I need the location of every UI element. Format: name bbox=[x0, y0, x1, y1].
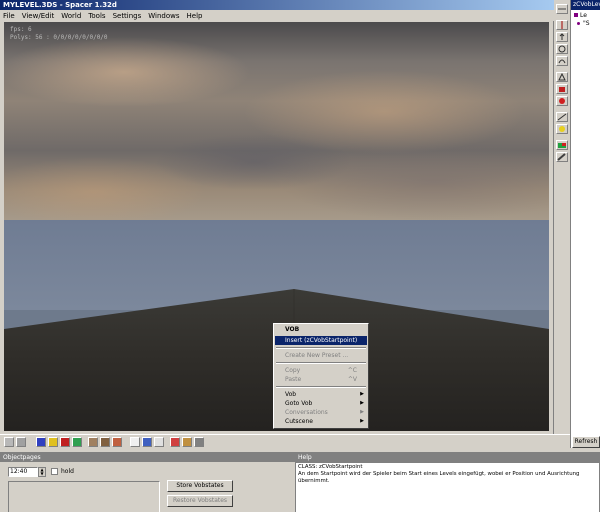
waynet-icon[interactable] bbox=[72, 437, 82, 447]
objectpages-panel: Objectpages 12:40 ▲ ▼ hold Store Vobstate… bbox=[0, 452, 295, 512]
menu-settings[interactable]: Settings bbox=[113, 12, 142, 20]
vertical-toolbar bbox=[554, 0, 570, 436]
document-icon[interactable] bbox=[130, 437, 140, 447]
hud-overlay: fps: 6 Polys: 56 : 0/0/0/0/0/0/0/0 bbox=[10, 26, 108, 42]
vob-tree-icon[interactable] bbox=[182, 437, 192, 447]
hold-label: hold bbox=[61, 468, 74, 475]
menu-help[interactable]: Help bbox=[187, 12, 203, 20]
ctx-paste[interactable]: Paste ^V bbox=[275, 375, 367, 384]
store-vobstates-button[interactable]: Store Vobstates bbox=[167, 480, 233, 492]
grid-icon[interactable] bbox=[16, 437, 26, 447]
ctx-conversations[interactable]: Conversations ▶ bbox=[275, 408, 367, 417]
submenu-arrow-icon: ▶ bbox=[360, 409, 364, 415]
ctx-goto-vob-label: Goto Vob bbox=[285, 400, 313, 407]
light-yellow-icon[interactable] bbox=[48, 437, 58, 447]
ctx-create-preset-label: Create New Preset ... bbox=[285, 352, 349, 359]
submenu-arrow-icon: ▶ bbox=[360, 391, 364, 397]
ctx-copy-label: Copy bbox=[285, 367, 301, 374]
help-text: CLASS: zCVobStartpoint An dem Startpoint… bbox=[295, 462, 600, 512]
ctx-vob[interactable]: Vob ▶ bbox=[275, 390, 367, 399]
camera-move-icon[interactable] bbox=[4, 437, 14, 447]
hud-fps: fps: 6 bbox=[10, 26, 32, 33]
ctx-header: VOB bbox=[285, 326, 300, 333]
sky-clouds bbox=[4, 22, 549, 220]
ctx-insert[interactable]: Insert (zCVobStartpoint) bbox=[275, 336, 367, 345]
menu-file[interactable]: File bbox=[3, 12, 15, 20]
vobstates-list[interactable] bbox=[8, 481, 160, 512]
restore-vobstates-button[interactable]: Restore Vobstates bbox=[167, 495, 233, 507]
ctx-separator bbox=[276, 347, 366, 349]
hud-polys: Polys: 56 : 0/0/0/0/0/0/0/0 bbox=[10, 34, 108, 41]
brush-icon[interactable] bbox=[556, 152, 568, 162]
ctx-separator bbox=[276, 386, 366, 388]
tree-item-label: Le bbox=[580, 12, 587, 19]
window-title: MYLEVEL.3DS - Spacer 1.32d bbox=[0, 0, 554, 10]
ctx-vob-label: Vob bbox=[285, 391, 297, 398]
trigger-icon[interactable] bbox=[100, 437, 110, 447]
palette-icon[interactable] bbox=[556, 140, 568, 150]
settings-icon[interactable] bbox=[194, 437, 204, 447]
vob-blue-icon[interactable] bbox=[36, 437, 46, 447]
help-class-line: CLASS: zCVobStartpoint bbox=[298, 464, 363, 470]
light-icon[interactable] bbox=[556, 124, 568, 134]
tree-item-label: "S bbox=[583, 20, 590, 27]
rotate-axis-icon[interactable] bbox=[556, 56, 568, 66]
help-panel: Help CLASS: zCVobStartpoint An dem Start… bbox=[295, 452, 600, 512]
ctx-cutscene[interactable]: Cutscene ▶ bbox=[275, 417, 367, 426]
submenu-arrow-icon: ▶ bbox=[360, 418, 364, 424]
tree-item[interactable]: Le bbox=[574, 12, 600, 20]
submenu-arrow-icon: ▶ bbox=[360, 400, 364, 406]
time-spinner[interactable]: ▲ ▼ bbox=[38, 467, 46, 477]
pin-icon[interactable] bbox=[556, 4, 568, 14]
spacer-app: MYLEVEL.3DS - Spacer 1.32d File View/Edi… bbox=[0, 0, 600, 512]
ctx-create-preset[interactable]: Create New Preset ... bbox=[275, 351, 367, 360]
time-input[interactable]: 12:40 bbox=[8, 467, 38, 477]
bottom-toolbar bbox=[0, 434, 570, 448]
vob-tree[interactable]: Le "S bbox=[571, 10, 600, 28]
ctx-conversations-label: Conversations bbox=[285, 409, 328, 416]
material-icon[interactable] bbox=[142, 437, 152, 447]
ctx-paste-shortcut: ^V bbox=[347, 376, 357, 383]
mover-icon[interactable] bbox=[112, 437, 122, 447]
context-menu: VOB Insert (zCVobStartpoint) Create New … bbox=[273, 323, 369, 429]
hold-checkbox[interactable] bbox=[51, 468, 58, 475]
arrow-up-down-icon[interactable] bbox=[556, 32, 568, 42]
ctx-copy-shortcut: ^C bbox=[347, 367, 357, 374]
objectpages-title: Objectpages bbox=[0, 453, 295, 462]
ctx-cutscene-label: Cutscene bbox=[285, 418, 313, 425]
move-icon[interactable] bbox=[556, 20, 568, 30]
text-icon[interactable] bbox=[154, 437, 164, 447]
filter-icon[interactable] bbox=[170, 437, 180, 447]
tree-item[interactable]: "S bbox=[574, 20, 600, 28]
vob-red-icon[interactable] bbox=[60, 437, 70, 447]
menu-bar: File View/Edit World Tools Settings Wind… bbox=[0, 10, 554, 21]
cube-icon[interactable] bbox=[556, 84, 568, 94]
ctx-insert-label: Insert (zCVobStartpoint) bbox=[285, 337, 358, 344]
wand-icon[interactable] bbox=[556, 112, 568, 122]
refresh-button[interactable]: Refresh bbox=[572, 436, 600, 448]
ctx-separator bbox=[276, 362, 366, 364]
main-window: MYLEVEL.3DS - Spacer 1.32d File View/Edi… bbox=[0, 0, 554, 436]
menu-view-edit[interactable]: View/Edit bbox=[22, 12, 55, 20]
vob-red-icon[interactable] bbox=[556, 96, 568, 106]
camera-icon[interactable] bbox=[556, 72, 568, 82]
menu-windows[interactable]: Windows bbox=[148, 12, 179, 20]
ctx-paste-label: Paste bbox=[285, 376, 302, 383]
vob-tree-panel: zCVobLevelCompo Le "S bbox=[570, 0, 600, 448]
vob-tree-title: zCVobLevelCompo bbox=[571, 0, 600, 10]
menu-world[interactable]: World bbox=[61, 12, 81, 20]
help-description: An dem Startpoint wird der Spieler beim … bbox=[298, 471, 580, 484]
rotate-icon[interactable] bbox=[556, 44, 568, 54]
ctx-copy[interactable]: Copy ^C bbox=[275, 366, 367, 375]
sound-icon[interactable] bbox=[88, 437, 98, 447]
help-title: Help bbox=[295, 453, 600, 462]
ctx-goto-vob[interactable]: Goto Vob ▶ bbox=[275, 399, 367, 408]
menu-tools[interactable]: Tools bbox=[88, 12, 105, 20]
